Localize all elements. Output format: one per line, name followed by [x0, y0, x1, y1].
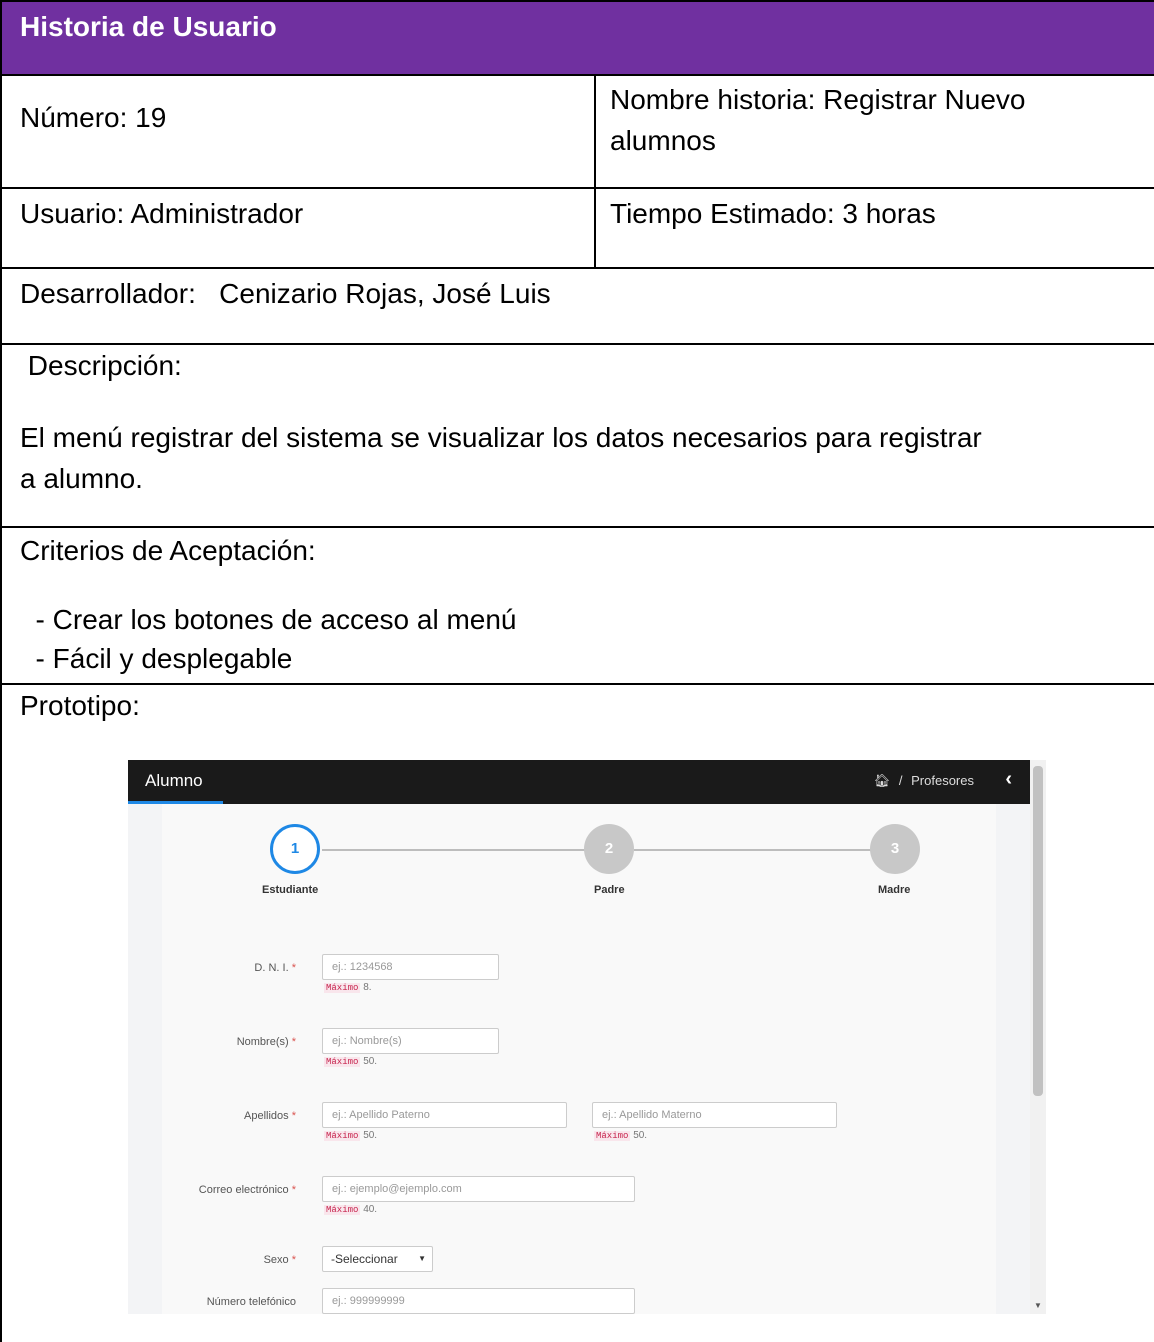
dni-label: D. N. I. * — [254, 962, 296, 974]
apellido-paterno-input[interactable]: ej.: Apellido Paterno — [322, 1102, 567, 1128]
user-story-card: Historia de Usuario Número: 19 Nombre hi… — [0, 0, 1154, 1342]
correo-label: Correo electrónico * — [198, 1184, 296, 1196]
stepper-line — [634, 849, 896, 851]
scroll-down-arrow-icon[interactable]: ▼ — [1034, 1301, 1042, 1310]
apellido-materno-input[interactable]: ej.: Apellido Materno — [592, 1102, 837, 1128]
stepper-line — [322, 849, 602, 851]
row-divider — [2, 526, 1154, 528]
prototype-title: Alumno — [145, 771, 203, 790]
caret-down-icon: ▼ — [418, 1254, 426, 1263]
sexo-select[interactable]: -Seleccionar ▼ — [322, 1246, 433, 1272]
prototype-topbar: Alumno 🏠︎ / Profesores ‹ — [128, 760, 1030, 804]
breadcrumb-profesores[interactable]: Profesores — [911, 773, 974, 788]
step-1-circle[interactable]: 1 — [270, 824, 320, 874]
acceptance-criterion-2: - Fácil y desplegable — [20, 643, 293, 674]
correo-hint: Máximo 40. — [324, 1204, 378, 1215]
step-2-label: Padre — [594, 884, 625, 896]
telefono-input[interactable]: ej.: 999999999 — [322, 1288, 635, 1314]
form-panel: 1 2 3 Estudiante Padre Madre D. N. I. * … — [162, 804, 996, 1314]
column-divider — [594, 76, 596, 268]
correo-input[interactable]: ej.: ejemplo@ejemplo.com — [322, 1176, 635, 1202]
scrollbar[interactable]: ▼ — [1030, 760, 1046, 1314]
row-divider — [2, 187, 1154, 189]
row-divider — [2, 683, 1154, 685]
step-3-circle[interactable]: 3 — [870, 824, 920, 874]
acceptance-criterion-1: - Crear los botones de acceso al menú — [20, 604, 517, 635]
description-line2: a alumno. — [20, 463, 143, 494]
description-label: Descripción: — [20, 350, 182, 381]
telefono-label: Número telefónico — [206, 1296, 296, 1308]
prototype-screenshot: Alumno 🏠︎ / Profesores ‹ 1 2 3 Estudiant… — [120, 752, 1046, 1314]
story-estimated-time: Tiempo Estimado: 3 horas — [610, 198, 936, 229]
step-1-label: Estudiante — [262, 884, 319, 896]
home-icon[interactable]: 🏠︎ — [874, 773, 891, 788]
apellido-paterno-hint: Máximo 50. — [324, 1130, 378, 1141]
description-line1: El menú registrar del sistema se visuali… — [20, 422, 982, 453]
dni-hint: Máximo 8. — [324, 982, 372, 993]
row-divider — [2, 267, 1154, 269]
sexo-label: Sexo * — [263, 1254, 296, 1266]
row-divider — [2, 343, 1154, 345]
acceptance-criteria-label: Criterios de Aceptación: — [20, 535, 316, 566]
nombres-input[interactable]: ej.: Nombre(s) — [322, 1028, 499, 1054]
apellidos-label: Apellidos * — [244, 1110, 296, 1122]
step-3-label: Madre — [878, 884, 911, 896]
breadcrumb-separator: / — [898, 773, 903, 788]
prototype-label: Prototipo: — [20, 690, 140, 721]
story-name-line2: alumnos — [610, 125, 716, 156]
prototype-content: 1 2 3 Estudiante Padre Madre D. N. I. * … — [128, 804, 1030, 1314]
breadcrumb: 🏠︎ / Profesores — [874, 773, 974, 789]
nombres-hint: Máximo 50. — [324, 1056, 378, 1067]
apellido-materno-hint: Máximo 50. — [594, 1130, 648, 1141]
story-header-title: Historia de Usuario — [20, 11, 277, 42]
story-number: Número: 19 — [20, 102, 167, 133]
dni-input[interactable]: ej.: 1234568 — [322, 954, 499, 980]
scrollbar-thumb[interactable] — [1033, 766, 1043, 1096]
story-user: Usuario: Administrador — [20, 198, 304, 229]
story-name-line1: Nombre historia: Registrar Nuevo — [610, 84, 1026, 115]
story-developer: Desarrollador: Cenizario Rojas, José Lui… — [20, 278, 551, 309]
sexo-selected-value: -Seleccionar — [331, 1252, 398, 1266]
nombres-label: Nombre(s) * — [236, 1036, 296, 1048]
story-header: Historia de Usuario — [2, 0, 1154, 76]
chevron-left-icon[interactable]: ‹ — [1005, 768, 1012, 791]
step-2-circle[interactable]: 2 — [584, 824, 634, 874]
